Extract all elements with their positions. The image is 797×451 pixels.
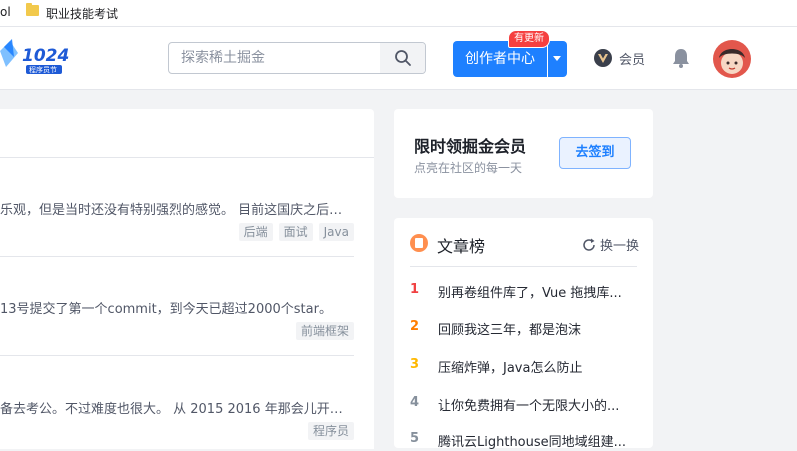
search-icon bbox=[394, 50, 411, 66]
ranking-icon bbox=[410, 234, 428, 252]
search-input[interactable] bbox=[169, 43, 381, 73]
tag[interactable]: Java bbox=[318, 223, 354, 241]
vip-link[interactable]: 会员 bbox=[593, 48, 645, 68]
user-avatar[interactable] bbox=[713, 40, 751, 78]
folder-icon bbox=[26, 3, 39, 16]
rank-number: 2 bbox=[410, 319, 420, 334]
rank-title: 压缩炸弹，Java怎么防止 bbox=[438, 361, 583, 376]
vip-badge-icon bbox=[594, 49, 612, 67]
feed-item-tags: 前端框架 bbox=[295, 322, 354, 340]
signin-card: 限时领掘金会员 点亮在社区的每一天 去签到 bbox=[394, 109, 653, 198]
site-header: 1024 程序员节 创作者中心 有更新 会员 bbox=[0, 27, 797, 90]
rank-number: 4 bbox=[410, 395, 420, 410]
tag[interactable]: 后端 bbox=[238, 223, 273, 241]
refresh-button[interactable]: 换一换 bbox=[582, 235, 639, 254]
logo-1024-icon: 1024 程序员节 bbox=[0, 39, 69, 74]
feed-item-excerpt[interactable]: 备去考公。不过难度也很大。 从 2015 2016 年那会儿开始... bbox=[0, 398, 354, 417]
signin-button[interactable]: 去签到 bbox=[559, 137, 631, 169]
rank-number: 3 bbox=[410, 357, 420, 372]
logo-subtext: 程序员节 bbox=[29, 65, 57, 74]
divider bbox=[0, 355, 354, 356]
tag[interactable]: 前端框架 bbox=[295, 322, 354, 340]
tag[interactable]: 程序员 bbox=[307, 422, 354, 440]
refresh-icon bbox=[583, 238, 595, 251]
feed-item-excerpt[interactable]: 乐观，但是当时还没有特别强烈的感觉。 目前这国庆之后再... bbox=[0, 199, 354, 218]
refresh-label: 换一换 bbox=[600, 239, 640, 254]
article-feed: 乐观，但是当时还没有特别强烈的感觉。 目前这国庆之后再... 后端 面试 Jav… bbox=[0, 109, 374, 449]
tag[interactable]: 面试 bbox=[278, 223, 313, 241]
bookmark-folder-label[interactable]: 职业技能考试 bbox=[46, 5, 118, 22]
update-badge: 有更新 bbox=[508, 30, 550, 48]
rank-title: 别再卷组件库了，Vue 拖拽库... bbox=[438, 286, 622, 301]
ranking-item[interactable]: 5 腾讯云Lighthouse同地域组建... bbox=[410, 431, 638, 451]
rank-number: 1 bbox=[410, 282, 420, 297]
rank-title: 让你免费拥有一个无限大小的... bbox=[438, 399, 620, 414]
article-ranking: 文章榜 换一换 1 别再卷组件库了，Vue 拖拽库... 2 回顾我这三年，都是… bbox=[394, 218, 653, 451]
signin-subtitle: 点亮在社区的每一天 bbox=[414, 161, 523, 175]
ranking-item[interactable]: 1 别再卷组件库了，Vue 拖拽库... bbox=[410, 282, 638, 302]
bell-icon bbox=[673, 49, 689, 68]
feed-nav bbox=[0, 109, 374, 158]
rank-title: 回顾我这三年，都是泡沫 bbox=[438, 323, 582, 338]
search-box bbox=[168, 42, 426, 74]
creator-dropdown-button[interactable] bbox=[548, 41, 567, 77]
feed-item-tags: 后端 面试 Java bbox=[238, 223, 354, 241]
bookmark-partial[interactable]: ol bbox=[0, 5, 11, 19]
logo-text: 1024 bbox=[22, 46, 69, 66]
notification-button[interactable] bbox=[670, 47, 692, 73]
signin-title: 限时领掘金会员 bbox=[414, 137, 527, 156]
avatar-image bbox=[713, 40, 751, 78]
bookmarks-bar: ol 职业技能考试 bbox=[0, 0, 797, 27]
search-button[interactable] bbox=[380, 43, 425, 73]
vip-label: 会员 bbox=[619, 52, 646, 68]
feed-item-excerpt[interactable]: 13号提交了第一个commit，到今天已超过2000个star。 bbox=[0, 298, 354, 317]
ranking-item[interactable]: 2 回顾我这三年，都是泡沫 bbox=[410, 319, 638, 339]
ranking-item[interactable]: 4 让你免费拥有一个无限大小的... bbox=[410, 395, 638, 415]
divider bbox=[0, 256, 354, 257]
divider bbox=[410, 266, 637, 267]
ranking-title: 文章榜 bbox=[437, 237, 486, 256]
ranking-item[interactable]: 3 压缩炸弹，Java怎么防止 bbox=[410, 357, 638, 377]
site-logo[interactable]: 1024 程序员节 bbox=[0, 37, 70, 79]
rank-title: 腾讯云Lighthouse同地域组建... bbox=[438, 435, 627, 450]
feed-item-tags: 程序员 bbox=[307, 422, 354, 440]
